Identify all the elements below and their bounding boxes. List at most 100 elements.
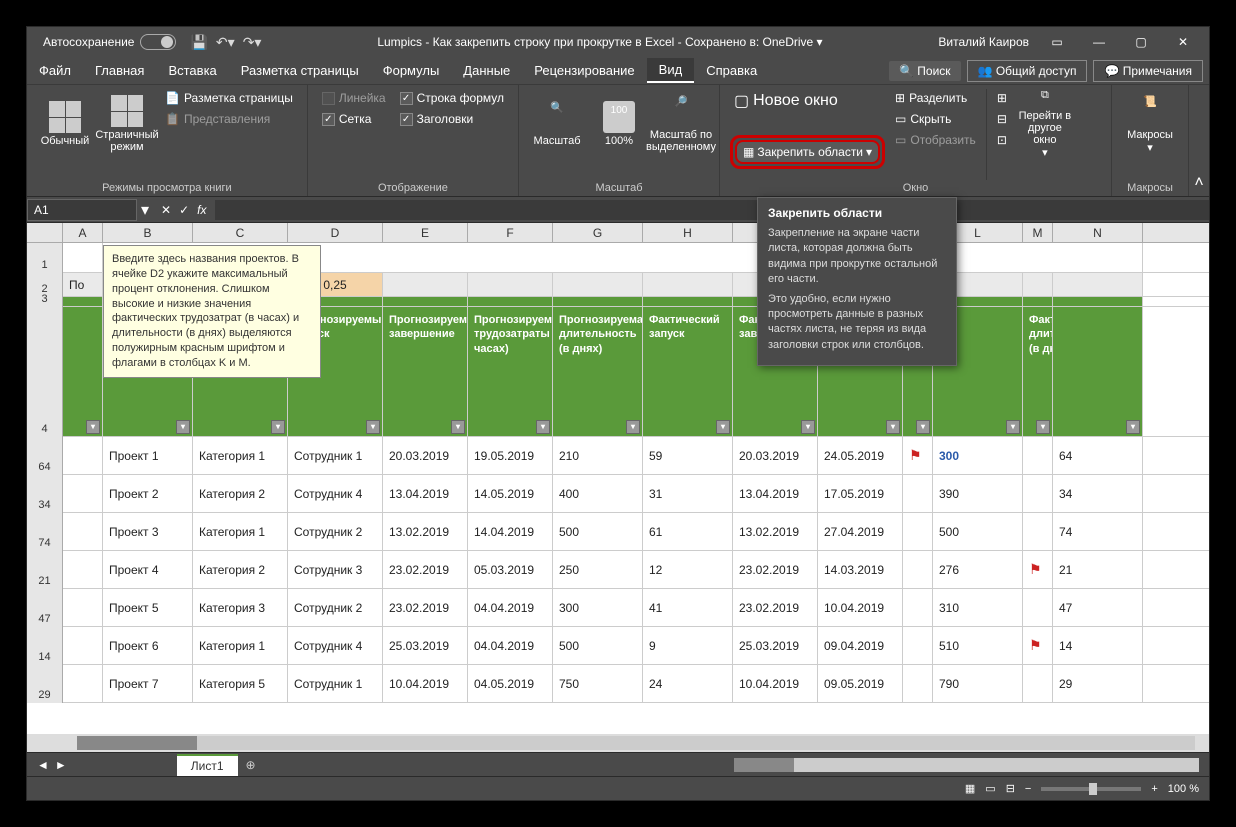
cell[interactable]: 31 (643, 475, 733, 512)
hide-button[interactable]: ▭ Скрыть (891, 110, 980, 128)
column-header[interactable]: D (288, 223, 383, 242)
cell[interactable] (468, 273, 553, 296)
arrange-icon[interactable]: ⊞ (993, 89, 1011, 107)
cell[interactable]: 9 (643, 627, 733, 664)
cell[interactable]: Сотрудник 1 (288, 437, 383, 474)
cell[interactable]: 276 (933, 551, 1023, 588)
enter-icon[interactable]: ✓ (179, 203, 189, 217)
cell[interactable]: 21 (1053, 551, 1143, 588)
cell[interactable] (903, 589, 933, 626)
cell[interactable] (1023, 589, 1053, 626)
cell[interactable] (468, 297, 553, 306)
cell[interactable] (63, 475, 103, 512)
close-button[interactable]: ✕ (1163, 28, 1203, 56)
cell[interactable]: 12 (643, 551, 733, 588)
headings-checkbox[interactable]: Заголовки (396, 110, 508, 128)
cell[interactable]: Проект 6 (103, 627, 193, 664)
normal-view-icon[interactable]: ▦ (965, 782, 975, 795)
cell[interactable]: 09.05.2019 (818, 665, 903, 702)
cell[interactable] (903, 437, 933, 474)
cancel-icon[interactable]: ✕ (161, 203, 171, 217)
fx-icon[interactable]: fx (197, 203, 206, 217)
cell[interactable]: 14.03.2019 (818, 551, 903, 588)
page-break-button[interactable]: Страничный режим (99, 89, 155, 159)
freeze-panes-button[interactable]: ▦ Закрепить области ▾ (735, 140, 880, 164)
cell[interactable]: 14.04.2019 (468, 513, 553, 550)
column-header[interactable]: G (553, 223, 643, 242)
prev-sheet-icon[interactable]: ◄ (37, 758, 49, 772)
column-header[interactable]: N (1053, 223, 1143, 242)
cell[interactable]: Категория 1 (193, 513, 288, 550)
cell[interactable]: 310 (933, 589, 1023, 626)
cell[interactable] (63, 297, 103, 306)
cell[interactable]: 13.02.2019 (383, 513, 468, 550)
filter-icon[interactable]: ▾ (176, 420, 190, 434)
cell[interactable]: Проект 5 (103, 589, 193, 626)
comments-button[interactable]: 💬 Примечания (1093, 60, 1203, 82)
cell[interactable]: Сотрудник 4 (288, 627, 383, 664)
ruler-checkbox[interactable]: Линейка (318, 89, 390, 107)
filter-icon[interactable]: ▾ (626, 420, 640, 434)
zoom-selection-button[interactable]: 🔎Масштаб по выделенному (653, 89, 709, 159)
formula-input[interactable] (215, 200, 1210, 220)
cell[interactable]: Категория 1 (193, 627, 288, 664)
cell[interactable]: Сотрудник 2 (288, 513, 383, 550)
page-break-icon[interactable]: ⊟ (1006, 782, 1015, 795)
cell[interactable] (903, 513, 933, 550)
zoom-button[interactable]: 🔍Масштаб (529, 89, 585, 159)
collapse-ribbon-icon[interactable]: ˄ (1194, 174, 1203, 192)
cell[interactable] (1023, 297, 1053, 306)
filter-icon[interactable]: ▾ (801, 420, 815, 434)
filter-icon[interactable]: ▾ (536, 420, 550, 434)
cell[interactable]: ▾ (1053, 307, 1143, 436)
cell[interactable]: По (63, 273, 103, 296)
cell[interactable]: Сотрудник 1 (288, 665, 383, 702)
cell[interactable]: 04.04.2019 (468, 627, 553, 664)
cell[interactable] (1023, 475, 1053, 512)
cell[interactable]: Проект 2 (103, 475, 193, 512)
cell[interactable]: 23.02.2019 (383, 551, 468, 588)
cell[interactable] (383, 297, 468, 306)
cell[interactable] (383, 273, 468, 296)
cell[interactable] (903, 627, 933, 664)
column-header[interactable]: E (383, 223, 468, 242)
cell[interactable]: 25.03.2019 (733, 627, 818, 664)
cell[interactable]: 23.02.2019 (383, 589, 468, 626)
page-layout-icon[interactable]: ▭ (985, 782, 995, 795)
minimize-button[interactable]: — (1079, 28, 1119, 56)
select-all-corner[interactable] (27, 223, 63, 242)
cell[interactable]: Категория 2 (193, 551, 288, 588)
row-header[interactable]: 21 (27, 551, 63, 589)
cell[interactable]: Категория 3 (193, 589, 288, 626)
page-layout-view[interactable]: 📄 Разметка страницы (161, 89, 297, 107)
next-sheet-icon[interactable]: ► (55, 758, 67, 772)
cell[interactable]: 390 (933, 475, 1023, 512)
row-header[interactable]: 64 (27, 437, 63, 475)
normal-view-button[interactable]: Обычный (37, 89, 93, 159)
row-header[interactable]: 4 (27, 307, 63, 437)
row-header[interactable]: 47 (27, 589, 63, 627)
column-header[interactable]: M (1023, 223, 1053, 242)
cell[interactable]: Фактическая длительность (в днях)▾ (1023, 307, 1053, 436)
split-button[interactable]: ⊞ Разделить (891, 89, 980, 107)
cell[interactable] (903, 551, 933, 588)
add-sheet-button[interactable]: ⊕ (246, 758, 256, 772)
cell[interactable]: Категория 2 (193, 475, 288, 512)
cell[interactable]: Категория 5 (193, 665, 288, 702)
cell[interactable]: 29 (1053, 665, 1143, 702)
zoom-slider[interactable] (1041, 787, 1141, 791)
filter-icon[interactable]: ▾ (1036, 420, 1050, 434)
maximize-button[interactable]: ▢ (1121, 28, 1161, 56)
cell[interactable]: 24.05.2019 (818, 437, 903, 474)
gridlines-checkbox[interactable]: Сетка (318, 110, 390, 128)
toggle-switch[interactable] (140, 34, 176, 50)
row-header[interactable]: 29 (27, 665, 63, 703)
cell[interactable]: 23.02.2019 (733, 589, 818, 626)
cell[interactable]: 750 (553, 665, 643, 702)
menu-review[interactable]: Рецензирование (522, 59, 646, 82)
cell[interactable] (1023, 551, 1053, 588)
cell[interactable] (553, 273, 643, 296)
filter-icon[interactable]: ▾ (366, 420, 380, 434)
menu-page-layout[interactable]: Разметка страницы (229, 59, 371, 82)
custom-views[interactable]: 📋 Представления (161, 110, 297, 128)
